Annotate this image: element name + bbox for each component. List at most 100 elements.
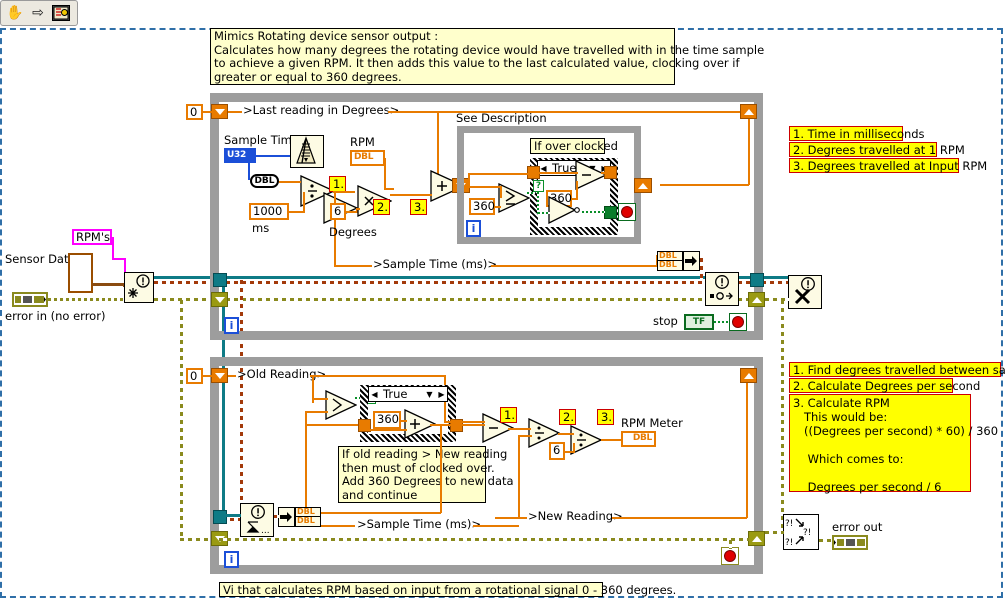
error-tunnel-down-icon [214, 296, 225, 303]
sample-time-terminal[interactable]: U32 [224, 148, 256, 163]
rpms-label-box[interactable]: RPM's [72, 229, 112, 245]
wire-bottom-shift-init [203, 375, 212, 377]
top-loop-error-tunnel[interactable] [748, 292, 765, 307]
hand-tool-icon[interactable]: ✋ [5, 3, 25, 23]
case-exit-tunnel-top[interactable] [634, 178, 652, 193]
wire-tunnel-to-ge [468, 186, 502, 188]
not-icon [548, 196, 580, 224]
case-bool-tunnel-top[interactable] [604, 206, 617, 219]
bottom-loop-error-tunnel-right[interactable] [748, 531, 765, 546]
bundle-arrow-node[interactable] [683, 251, 700, 271]
error-in-terminal[interactable] [12, 292, 48, 307]
label-ms: ms [252, 221, 270, 235]
wire-oldread-to-sub [444, 421, 485, 423]
wire-selector-to-not-v [537, 192, 539, 214]
wire-shift-init [203, 111, 212, 113]
subtract-node-top[interactable] [575, 160, 607, 190]
bundle-dbl-pair[interactable]: DBL DBL [657, 251, 683, 271]
note-top-line2: 2. Degrees travelled at 1 RPM [789, 142, 965, 157]
stop-loop-condition[interactable] [729, 313, 747, 331]
top-loop-shift-register-right[interactable] [740, 104, 757, 119]
bottom-loop-condition[interactable] [721, 547, 739, 565]
top-loop-shift-label: >Last reading in Degrees> [243, 103, 400, 117]
top-loop-iteration-terminal-2[interactable]: i [224, 317, 239, 334]
wire-case-in-top [468, 173, 528, 175]
note-top-line3: 3. Degrees travelled at Input RPM [789, 158, 987, 173]
top-loop-error-tunnel-left[interactable] [211, 292, 228, 307]
rpm-meter-indicator[interactable]: DBL [621, 431, 656, 447]
shift-register-up-icon-2 [743, 372, 754, 379]
error-out-terminal[interactable] [832, 535, 868, 550]
step-marker-1-bottom: 1. [500, 407, 517, 423]
sensor-data-cluster[interactable] [68, 253, 93, 293]
to-double-coercion: DBL [250, 174, 279, 188]
greater-equal-node-top[interactable] [498, 183, 530, 213]
unbundle-arrow-node[interactable] [278, 507, 295, 527]
wire-sampletime-to-div-h [518, 435, 532, 437]
case-next-arrow-icon-2[interactable]: ▶ [436, 390, 447, 399]
svg-text:?!: ?! [785, 519, 793, 529]
wire-sensor-to-wait [225, 514, 241, 517]
wire-case-in-bottom [306, 424, 358, 426]
arrow-right-icon-2 [280, 512, 292, 522]
bottom-sample-time-wire-label: >Sample Time (ms)> [357, 517, 482, 531]
not-node-top[interactable] [548, 196, 580, 224]
bottom-loop-iteration-terminal[interactable]: i [224, 551, 239, 568]
wait-node-bottom[interactable]: ... [240, 503, 274, 537]
bottom-loop-led-glyph [724, 550, 736, 562]
dbl-bottom-label-2: DBL [297, 516, 315, 525]
wire-360b-to-add [401, 420, 407, 422]
wire-newreading-right [612, 517, 747, 519]
stop-control[interactable]: TF [684, 314, 714, 330]
wire-div1-out [333, 191, 355, 193]
top-loop-shift-init-const[interactable]: 0 [186, 104, 203, 120]
note-bottom-line3: 3. Calculate RPM This would be: ((Degree… [789, 394, 998, 494]
greater-node-bottom[interactable] [325, 390, 357, 420]
top-loop-sensor-tunnel-left[interactable] [213, 273, 227, 287]
led-glyph [621, 206, 633, 218]
simple-error-handler-node[interactable]: ?! ?! ?! [783, 514, 819, 550]
unbundle-dbl-pair[interactable]: DBL DBL [295, 507, 321, 527]
wire-case-tunnel-to-sub [538, 172, 578, 174]
svg-text:...: ... [261, 526, 270, 535]
toolbar[interactable]: ✋ ⇨ [0, 0, 78, 26]
const-6-top[interactable]: 6 [330, 203, 346, 220]
bottom-loop-shift-register-right[interactable] [740, 368, 757, 383]
top-loop-iteration-terminal[interactable]: i [466, 220, 481, 237]
arrow-cursor-icon[interactable]: ⇨ [28, 3, 48, 23]
bottom-loop-shift-init-const[interactable]: 0 [186, 368, 203, 384]
top-loop-sensor-tunnel-right[interactable] [750, 273, 764, 287]
case-prev-arrow-icon-2[interactable]: ◀ [369, 390, 380, 399]
wire-sampletime-to-div [518, 435, 520, 518]
top-sample-time-wire-label: >Sample Time (ms)> [373, 257, 498, 271]
wire-bundle-down [700, 258, 703, 280]
const-360-top-a[interactable]: 360 [469, 198, 495, 215]
const-6-bottom[interactable]: 6 [549, 442, 565, 460]
top-loop-shift-register-left[interactable] [211, 104, 228, 119]
const-360-bottom[interactable]: 360 [373, 411, 401, 429]
rpm-terminal[interactable]: DBL [350, 150, 385, 166]
bottom-loop-shift-register-left[interactable] [211, 368, 228, 383]
merge-errors-node[interactable] [124, 272, 154, 303]
const-1000[interactable]: 1000 [249, 203, 289, 220]
merge-errors-icon [128, 274, 150, 298]
wire-wait-to-unbundle [274, 515, 279, 518]
wire-selector-to-not [538, 212, 550, 214]
svg-text:?!: ?! [785, 538, 793, 548]
clear-errors-node[interactable] [788, 275, 822, 309]
case-selector-terminal-top[interactable]: ? [533, 180, 544, 192]
wire-error-to-bottom [781, 300, 784, 530]
wire-tunnel-to-sub [461, 424, 485, 426]
set-occurrence-node[interactable] [705, 272, 739, 306]
error-in-label: error in (no error) [5, 309, 106, 323]
subtract-icon [575, 160, 607, 190]
wait-ms-node[interactable] [290, 135, 324, 168]
wire-6-to-div2-v [573, 443, 575, 452]
vi-icon[interactable] [51, 3, 71, 23]
case-selector-bottom[interactable]: ◀ True ▼ ▶ [368, 386, 448, 402]
led-indicator-top[interactable] [618, 203, 636, 221]
dbl-bottom-label: DBL [659, 260, 677, 269]
bottom-loop-sensor-tunnel-left[interactable] [213, 510, 227, 524]
rpm-meter-label: RPM Meter [621, 416, 683, 430]
case-dropdown-icon-2[interactable]: ▼ [423, 390, 436, 399]
